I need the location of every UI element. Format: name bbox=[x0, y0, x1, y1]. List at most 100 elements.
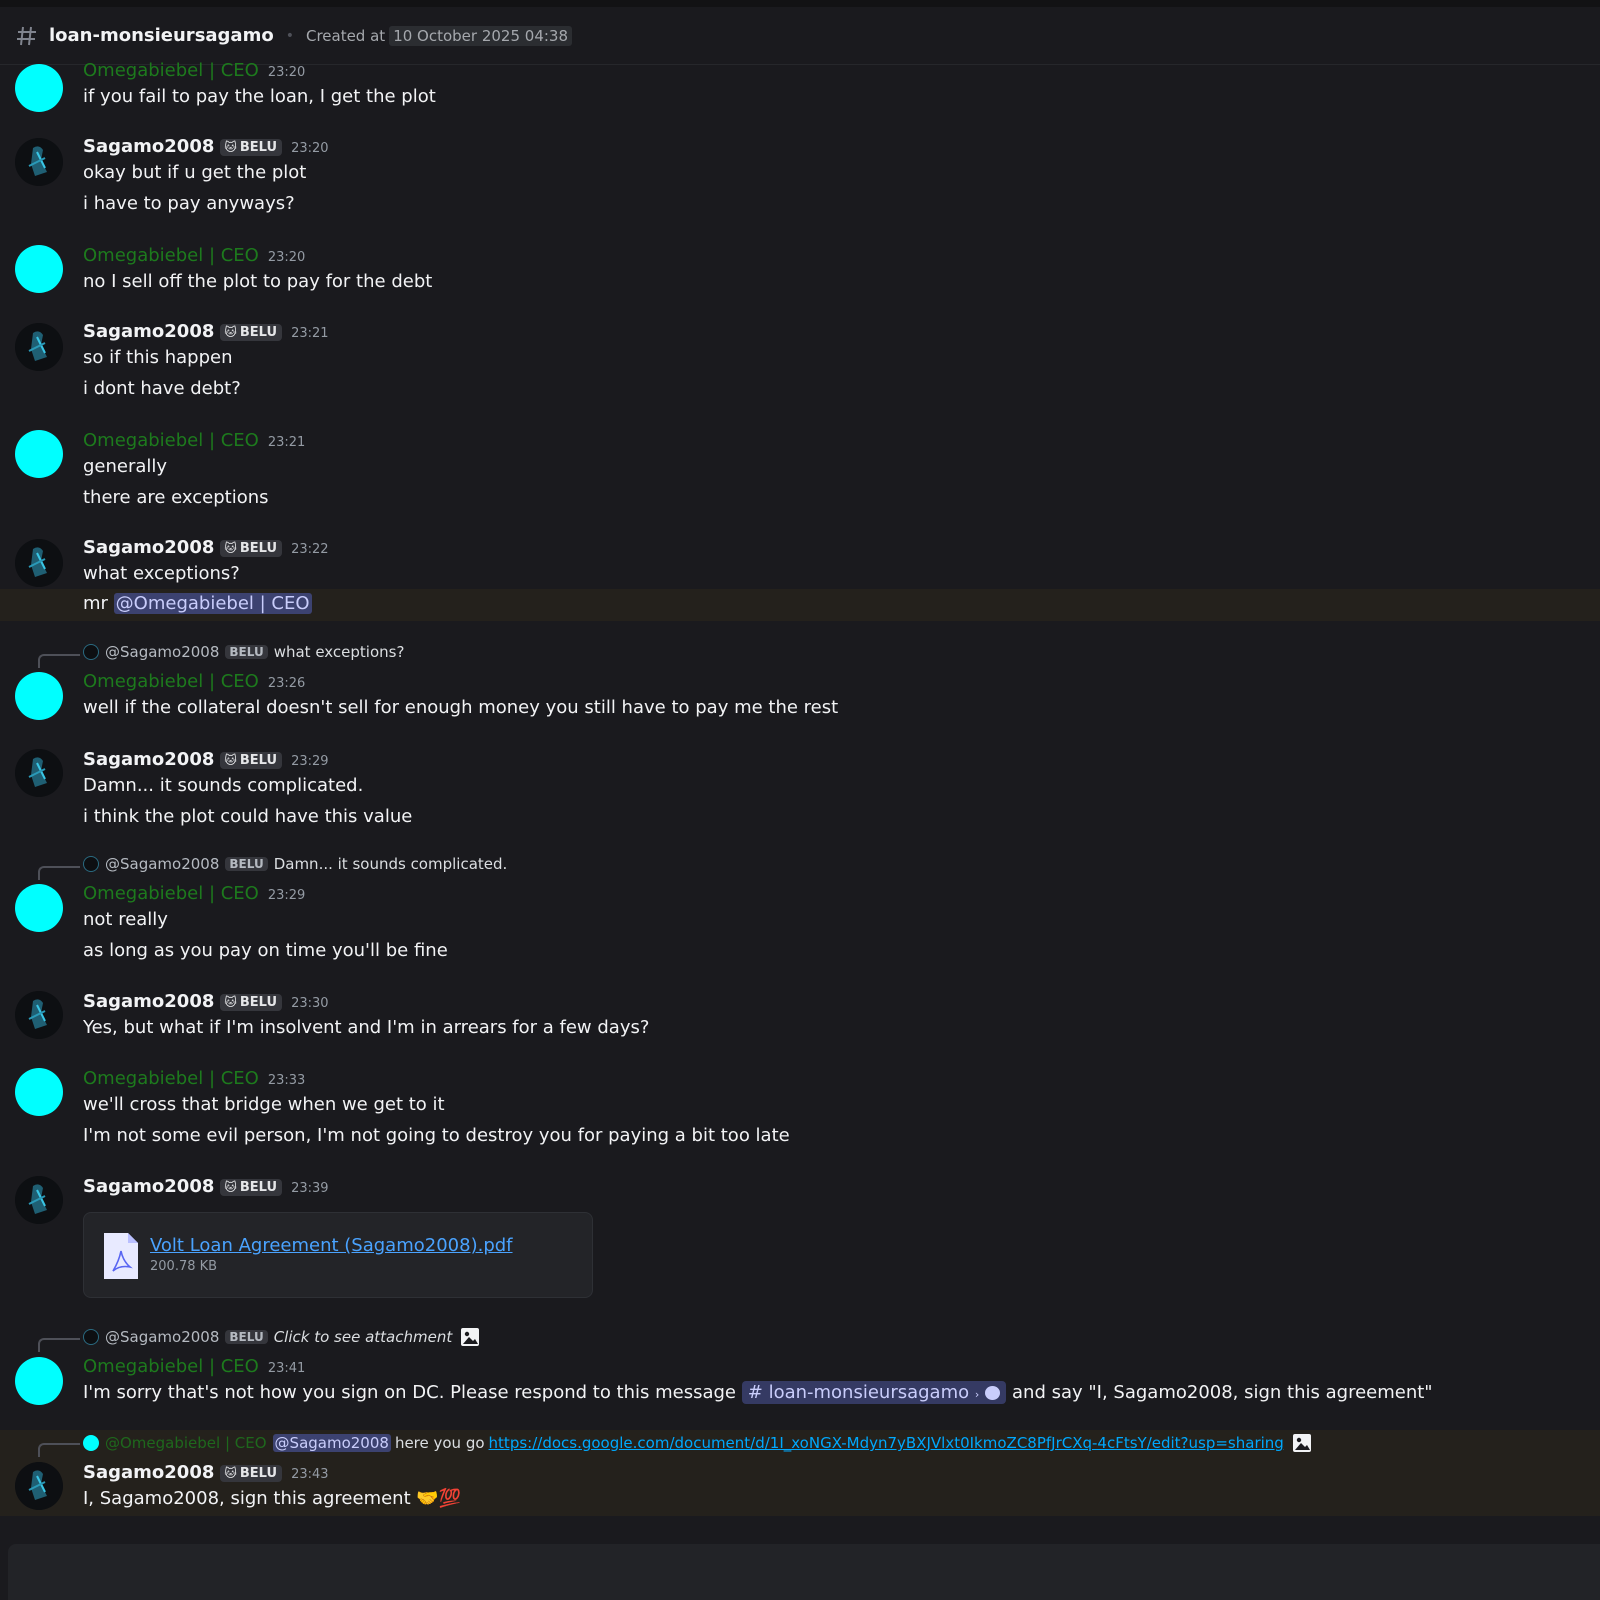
document-link[interactable]: https://docs.google.com/document/d/1I_xo… bbox=[489, 1434, 1284, 1452]
reply-username[interactable]: @Sagamo2008 bbox=[105, 1328, 219, 1346]
avatar-image bbox=[15, 749, 63, 797]
reply-username[interactable]: @Sagamo2008 bbox=[105, 643, 219, 661]
message-text: there are exceptions bbox=[83, 487, 269, 508]
created-date: 10 October 2025 04:38 bbox=[389, 25, 573, 46]
message-text: Yes, but what if I'm insolvent and I'm i… bbox=[83, 1017, 650, 1038]
reply-text[interactable]: Click to see attachment bbox=[274, 1328, 453, 1346]
cat-icon: 🐱 bbox=[224, 1180, 237, 1194]
reply-username[interactable]: @Omegabiebel | CEO bbox=[105, 1434, 267, 1452]
message: @Omegabiebel | CEO @Sagamo2008 here you … bbox=[0, 1430, 1600, 1516]
avatar[interactable] bbox=[15, 991, 63, 1039]
username[interactable]: Sagamo2008 bbox=[83, 1176, 214, 1197]
reply-avatar bbox=[83, 856, 99, 872]
avatar-image bbox=[15, 1462, 63, 1510]
cat-icon: 🐱 bbox=[224, 140, 237, 154]
username[interactable]: Omegabiebel | CEO bbox=[83, 1068, 259, 1089]
message-text: i have to pay anyways? bbox=[83, 193, 295, 214]
message-highlighted-line: mr @Omegabiebel | CEO bbox=[0, 589, 1600, 621]
reply-spine bbox=[38, 654, 80, 668]
timestamp: 23:43 bbox=[291, 1467, 329, 1482]
reply-spine bbox=[38, 1338, 80, 1352]
message: Sagamo2008 🐱 BELU 23:22 what exceptions? bbox=[0, 537, 1600, 589]
username[interactable]: Sagamo2008 bbox=[83, 749, 214, 770]
username[interactable]: Omegabiebel | CEO bbox=[83, 671, 259, 692]
reply-reference[interactable]: @Sagamo2008 BELU Click to see attachment bbox=[83, 1327, 480, 1347]
username[interactable]: Sagamo2008 bbox=[83, 991, 214, 1012]
message: Sagamo2008 🐱 BELU 23:21 so if this happen… bbox=[0, 321, 1600, 411]
role-tag[interactable]: 🐱 BELU bbox=[220, 539, 283, 557]
reply-role-tag: BELU bbox=[225, 645, 268, 659]
channel-link[interactable]: # loan-monsieursagamo › bbox=[741, 1381, 1007, 1404]
avatar[interactable] bbox=[15, 64, 63, 112]
user-mention[interactable]: @Sagamo2008 bbox=[272, 1434, 391, 1452]
thread-bubble-icon bbox=[985, 1386, 1001, 1400]
role-tag[interactable]: 🐱 BELU bbox=[220, 323, 283, 341]
reply-username[interactable]: @Sagamo2008 bbox=[105, 855, 219, 873]
message: Omegabiebel | CEO 23:20 no I sell off th… bbox=[0, 245, 1600, 305]
avatar[interactable] bbox=[15, 323, 63, 371]
message-text: i dont have debt? bbox=[83, 378, 241, 399]
reply-reference[interactable]: @Omegabiebel | CEO @Sagamo2008 here you … bbox=[83, 1433, 1312, 1453]
role-tag[interactable]: 🐱 BELU bbox=[220, 138, 283, 156]
username[interactable]: Sagamo2008 bbox=[83, 537, 214, 558]
role-tag[interactable]: 🐱 BELU bbox=[220, 751, 283, 769]
message: Sagamo2008 🐱 BELU 23:29 Damn... it sounds… bbox=[0, 749, 1600, 839]
file-attachment[interactable]: Volt Loan Agreement (Sagamo2008).pdf 200… bbox=[83, 1212, 593, 1298]
hash-icon bbox=[17, 26, 36, 45]
reply-spine bbox=[38, 866, 80, 880]
avatar[interactable] bbox=[15, 1068, 63, 1116]
avatar[interactable] bbox=[15, 1176, 63, 1224]
reply-spine bbox=[38, 1443, 80, 1457]
username[interactable]: Omegabiebel | CEO bbox=[83, 245, 259, 266]
reply-reference[interactable]: @Sagamo2008 BELU what exceptions? bbox=[83, 643, 404, 661]
avatar[interactable] bbox=[15, 1462, 63, 1510]
username[interactable]: Omegabiebel | CEO bbox=[83, 1356, 259, 1377]
username[interactable]: Sagamo2008 bbox=[83, 136, 214, 157]
username[interactable]: Sagamo2008 bbox=[83, 1462, 214, 1483]
separator-dot: • bbox=[285, 27, 294, 44]
reply-text[interactable]: what exceptions? bbox=[274, 643, 405, 661]
message-text: I'm not some evil person, I'm not going … bbox=[83, 1125, 790, 1146]
message-input-bar[interactable] bbox=[8, 1544, 1600, 1600]
cat-icon: 🐱 bbox=[224, 753, 237, 767]
avatar-image bbox=[15, 1176, 63, 1224]
cat-icon: 🐱 bbox=[224, 1466, 237, 1480]
avatar[interactable] bbox=[15, 430, 63, 478]
role-tag[interactable]: 🐱 BELU bbox=[220, 993, 283, 1011]
timestamp: 23:26 bbox=[267, 676, 306, 691]
timestamp: 23:29 bbox=[267, 888, 306, 903]
avatar[interactable] bbox=[15, 1357, 63, 1405]
timestamp: 23:20 bbox=[291, 141, 329, 156]
attachment-filename[interactable]: Volt Loan Agreement (Sagamo2008).pdf bbox=[150, 1235, 513, 1256]
avatar[interactable] bbox=[15, 749, 63, 797]
timestamp: 23:20 bbox=[267, 250, 306, 265]
username[interactable]: Omegabiebel | CEO bbox=[83, 430, 259, 451]
username[interactable]: Omegabiebel | CEO bbox=[83, 60, 259, 81]
message: @Sagamo2008 BELU what exceptions? Omegab… bbox=[0, 643, 1600, 733]
message-text: if you fail to pay the loan, I get the p… bbox=[83, 86, 436, 107]
avatar[interactable] bbox=[15, 672, 63, 720]
message-text: as long as you pay on time you'll be fin… bbox=[83, 940, 448, 961]
message-text: not really bbox=[83, 909, 168, 930]
message-text: i think the plot could have this value bbox=[83, 806, 413, 827]
timestamp: 23:21 bbox=[291, 326, 329, 341]
avatar[interactable] bbox=[15, 138, 63, 186]
reply-text[interactable]: here you go bbox=[395, 1434, 485, 1452]
channel-name[interactable]: loan-monsieursagamo bbox=[49, 25, 274, 46]
role-tag[interactable]: 🐱 BELU bbox=[220, 1178, 283, 1196]
avatar[interactable] bbox=[15, 884, 63, 932]
avatar[interactable] bbox=[15, 539, 63, 587]
created-label: Created at bbox=[305, 26, 386, 45]
avatar[interactable] bbox=[15, 245, 63, 293]
message-text: I, Sagamo2008, sign this agreement 🤝💯 bbox=[83, 1488, 462, 1509]
timestamp: 23:33 bbox=[267, 1073, 306, 1088]
username[interactable]: Omegabiebel | CEO bbox=[83, 883, 259, 904]
user-mention[interactable]: @Omegabiebel | CEO bbox=[113, 593, 312, 614]
message: @Sagamo2008 BELU Damn... it sounds compl… bbox=[0, 855, 1600, 973]
avatar-image bbox=[15, 138, 63, 186]
reply-text[interactable]: Damn... it sounds complicated. bbox=[274, 855, 508, 873]
reply-reference[interactable]: @Sagamo2008 BELU Damn... it sounds compl… bbox=[83, 855, 507, 873]
username[interactable]: Sagamo2008 bbox=[83, 321, 214, 342]
role-tag[interactable]: 🐱 BELU bbox=[220, 1464, 283, 1482]
emoji-reaction-inline: 🤝💯 bbox=[416, 1488, 462, 1509]
